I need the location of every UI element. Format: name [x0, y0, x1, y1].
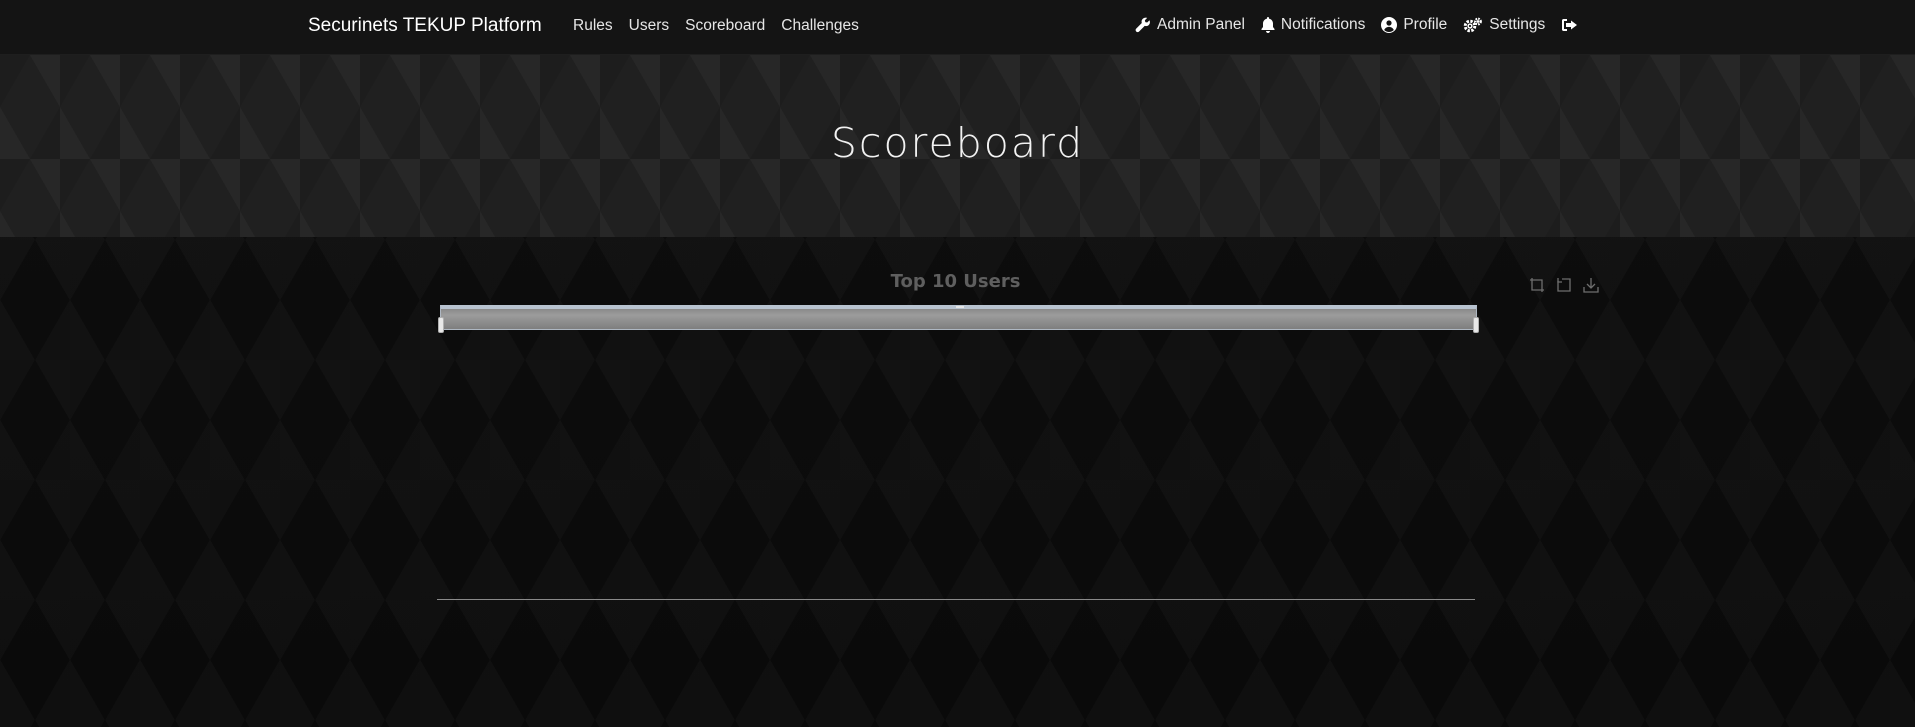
brand-link[interactable]: Securinets TEKUP Platform — [308, 15, 542, 37]
page-title: Scoreboard — [830, 119, 1085, 167]
datazoom-grip[interactable] — [956, 306, 964, 308]
datazoom-handle-start[interactable] — [438, 317, 444, 333]
cogs-icon — [1463, 17, 1483, 33]
chart-toolbox — [1529, 277, 1599, 293]
profile-label: Profile — [1403, 16, 1448, 33]
zoom-reset-icon[interactable] — [1556, 277, 1572, 293]
jumbotron: Scoreboard — [0, 55, 1915, 237]
bell-icon — [1261, 17, 1275, 33]
nav-right: Admin Panel Notifications Profile Settin… — [1135, 16, 1578, 34]
datazoom-handle-end[interactable] — [1473, 317, 1479, 333]
nav-link-rules[interactable]: Rules — [573, 17, 613, 35]
settings-link[interactable]: Settings — [1463, 16, 1545, 34]
chart-title: Top 10 Users — [890, 271, 1021, 292]
profile-link[interactable]: Profile — [1381, 16, 1447, 34]
save-image-icon[interactable] — [1583, 277, 1599, 293]
nav-link-users[interactable]: Users — [629, 17, 669, 35]
user-circle-icon — [1381, 17, 1398, 33]
zoom-icon[interactable] — [1529, 277, 1545, 293]
nav-link-scoreboard[interactable]: Scoreboard — [685, 17, 765, 35]
settings-label: Settings — [1489, 16, 1546, 33]
nav-links: Rules Users Scoreboard Challenges — [573, 17, 859, 35]
logout-link[interactable] — [1561, 17, 1578, 33]
x-axis-line — [437, 599, 1475, 600]
page: Securinets TEKUP Platform Rules Users Sc… — [0, 0, 1915, 727]
logout-icon — [1562, 19, 1578, 31]
datazoom-slider[interactable] — [438, 305, 1479, 333]
notifications-link[interactable]: Notifications — [1261, 16, 1365, 34]
navbar: Securinets TEKUP Platform Rules Users Sc… — [0, 0, 1915, 55]
admin-panel-link[interactable]: Admin Panel — [1135, 16, 1245, 34]
admin-panel-label: Admin Panel — [1157, 16, 1245, 33]
wrench-icon — [1135, 17, 1150, 33]
notifications-label: Notifications — [1280, 16, 1366, 33]
nav-link-challenges[interactable]: Challenges — [781, 17, 859, 35]
